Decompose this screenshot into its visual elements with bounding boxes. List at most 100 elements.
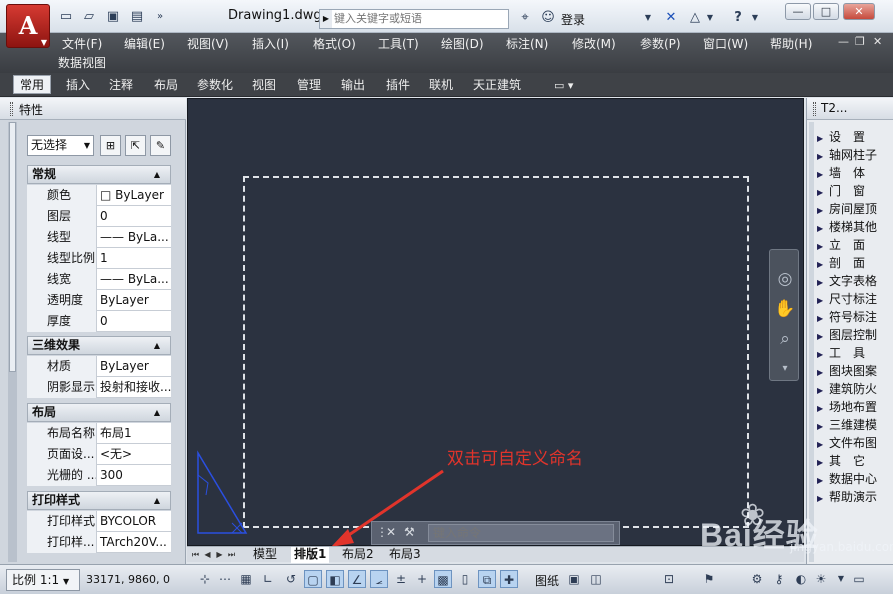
binoculars-icon[interactable]: ⌖	[515, 9, 535, 27]
tp-item-data-center[interactable]: ▶ 数据中心	[817, 470, 893, 488]
search-expand-icon[interactable]: ▶	[320, 10, 332, 28]
tp-item-site[interactable]: ▶ 场地布置	[817, 398, 893, 416]
prev-tab-icon[interactable]: ◀	[202, 549, 213, 560]
tp-item-room-roof[interactable]: ▶ 房间屋顶	[817, 200, 893, 218]
tab-layout-3[interactable]: 布局3	[386, 547, 424, 563]
drawing-canvas[interactable]: 双击可自定义命名 ◎ ✋ ⌕ ▾ ⋮ ✕ ⚒	[187, 98, 804, 547]
infer-constraints-icon[interactable]: ⊹	[196, 570, 214, 588]
tp-item-layer-control[interactable]: ▶ 图层控制	[817, 326, 893, 344]
doc-minimize-icon[interactable]: —	[838, 35, 849, 48]
tp-item-dimension[interactable]: ▶ 尺寸标注	[817, 290, 893, 308]
tab-view[interactable]: 视图	[252, 76, 276, 95]
save-as-icon[interactable]: ▤	[129, 10, 145, 24]
minimize-button[interactable]: —	[785, 3, 811, 20]
tp-item-3d-modeling[interactable]: ▶ 三维建模	[817, 416, 893, 434]
tp-item-settings[interactable]: ▶ 设 置	[817, 128, 893, 146]
cmdline-settings-icon[interactable]: ⚒	[404, 525, 415, 539]
menu-window[interactable]: 窗口(W)	[703, 35, 748, 53]
prop-row[interactable]: 线型比例 1	[27, 248, 171, 269]
prop-row[interactable]: 线宽 —— ByLa...	[27, 269, 171, 290]
toggle-pickadd-icon[interactable]: ⊞	[100, 135, 121, 156]
prop-row[interactable]: 颜色 □ ByLayer	[27, 185, 171, 206]
menu-draw[interactable]: 绘图(D)	[441, 35, 484, 53]
maximize-viewport-icon[interactable]: ⊡	[660, 570, 678, 588]
prop-value[interactable]: ByLayer	[98, 290, 171, 311]
command-input[interactable]	[433, 525, 609, 541]
annotation-scale-button[interactable]: 比例 1:1 ▼	[6, 569, 80, 591]
properties-side-scrollbar[interactable]	[8, 122, 17, 562]
prop-row[interactable]: 图层 0	[27, 206, 171, 227]
menu-modify[interactable]: 修改(M)	[572, 35, 616, 53]
prop-value[interactable]: □ ByLayer	[98, 185, 171, 206]
pan-hand-icon[interactable]: ✋	[774, 298, 796, 320]
tp-item-fire[interactable]: ▶ 建筑防火	[817, 380, 893, 398]
annotation-visibility-icon[interactable]: ⚑	[700, 570, 718, 588]
tp-item-other[interactable]: ▶ 其 它	[817, 452, 893, 470]
tp-item-text-table[interactable]: ▶ 文字表格	[817, 272, 893, 290]
prop-value[interactable]: 投射和接收...	[98, 377, 171, 398]
last-tab-icon[interactable]: ⏭	[226, 549, 237, 560]
polar-tracking-icon[interactable]: ↺	[282, 570, 300, 588]
stay-connected-icon[interactable]: △	[686, 9, 704, 27]
section-general[interactable]: 常规 ▲	[27, 165, 171, 184]
select-objects-icon[interactable]: ⇱	[125, 135, 146, 156]
tp-item-block-pattern[interactable]: ▶ 图块图案	[817, 362, 893, 380]
maximize-button[interactable]: □	[813, 3, 839, 20]
application-menu-button[interactable]: A ▼	[6, 4, 50, 48]
tab-model[interactable]: 模型	[250, 547, 280, 563]
menu-format[interactable]: 格式(O)	[313, 35, 356, 53]
transparency-icon[interactable]: ▩	[434, 570, 452, 588]
prop-row[interactable]: 阴影显示 投射和接收...	[27, 377, 171, 398]
doc-restore-icon[interactable]: ❐	[855, 35, 865, 48]
tool-palette-header[interactable]: T2...	[807, 98, 893, 120]
tp-item-stairs[interactable]: ▶ 楼梯其他	[817, 218, 893, 236]
tab-parametric[interactable]: 参数化	[197, 76, 233, 95]
tab-plugins[interactable]: 插件	[386, 76, 410, 95]
steering-wheel-icon[interactable]: ◎	[774, 268, 796, 290]
save-icon[interactable]: ▣	[105, 10, 121, 24]
menu-data-view[interactable]: 数据视图	[58, 54, 106, 72]
object-snap-icon[interactable]: ▢	[304, 570, 322, 588]
clean-screen-icon[interactable]: ▭	[850, 570, 868, 588]
more-tools-icon[interactable]: »	[152, 10, 168, 24]
first-tab-icon[interactable]: ⏮	[190, 549, 201, 560]
search-box[interactable]: ▶	[319, 9, 509, 29]
quick-view-drawings-icon[interactable]: ◫	[587, 570, 605, 588]
search-input[interactable]	[334, 11, 506, 27]
tp-item-wall[interactable]: ▶ 墙 体	[817, 164, 893, 182]
prop-value[interactable]: 布局1	[98, 423, 171, 444]
next-tab-icon[interactable]: ▶	[214, 549, 225, 560]
status-menu-icon[interactable]: ▼	[832, 570, 850, 588]
help-dropdown-icon[interactable]: ▼	[750, 9, 760, 27]
lock-ui-icon[interactable]: ⚷	[770, 570, 788, 588]
snap-mode-icon[interactable]: ⋯	[216, 570, 234, 588]
prop-value[interactable]: —— ByLa...	[98, 269, 171, 290]
prop-value[interactable]: TArch20V...	[98, 532, 171, 553]
properties-header[interactable]: 特性	[0, 98, 186, 120]
tab-online[interactable]: 联机	[429, 76, 453, 95]
annotation-monitor-icon[interactable]: ✚	[500, 570, 518, 588]
palette-grip-icon[interactable]	[813, 102, 816, 116]
3d-osnap-icon[interactable]: ◧	[326, 570, 344, 588]
lineweight-icon[interactable]: +	[413, 570, 431, 588]
quick-view-layouts-icon[interactable]: ▣	[565, 570, 583, 588]
tp-item-tools[interactable]: ▶ 工 具	[817, 344, 893, 362]
help-icon[interactable]: ?	[728, 9, 748, 27]
prop-value[interactable]: BYCOLOR	[98, 511, 171, 532]
dynamic-input-icon[interactable]: ±	[392, 570, 410, 588]
prop-row[interactable]: 打印样... TArch20V...	[27, 532, 171, 553]
prop-value[interactable]: ByLayer	[98, 356, 171, 377]
open-folder-icon[interactable]: ▱	[81, 10, 97, 24]
menu-edit[interactable]: 编辑(E)	[124, 35, 165, 53]
paper-space-toggle[interactable]: 图纸	[535, 572, 559, 589]
dynamic-ucs-icon[interactable]: ⦟	[370, 570, 388, 588]
menu-parametric[interactable]: 参数(P)	[640, 35, 681, 53]
prop-row[interactable]: 厚度 0	[27, 311, 171, 332]
ortho-mode-icon[interactable]: ∟	[259, 570, 277, 588]
tab-home[interactable]: 常用	[13, 75, 52, 94]
tp-item-door-window[interactable]: ▶ 门 窗	[817, 182, 893, 200]
menu-insert[interactable]: 插入(I)	[252, 35, 289, 53]
login-dropdown-icon[interactable]: ▼	[643, 9, 653, 27]
tab-manage[interactable]: 管理	[297, 76, 321, 95]
selection-dropdown[interactable]: 无选择 ▼	[27, 135, 94, 156]
